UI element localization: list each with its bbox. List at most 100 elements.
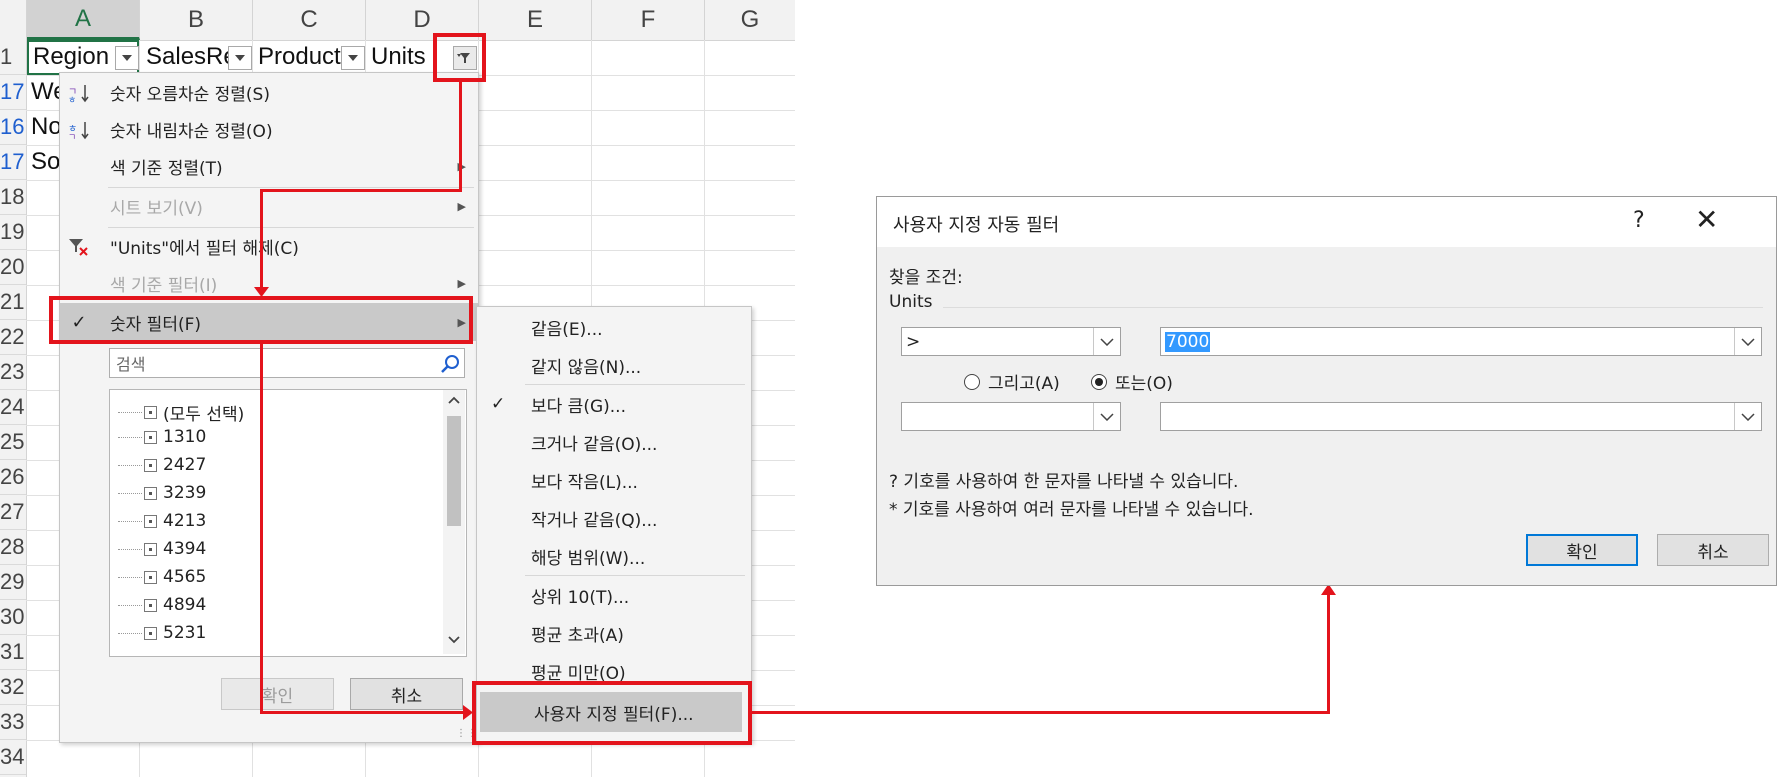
list-item[interactable]: 2427	[110, 451, 206, 479]
row-header[interactable]: 22	[0, 320, 26, 355]
checkbox[interactable]	[144, 514, 157, 528]
annotation-arrow-line	[260, 711, 465, 714]
checkbox[interactable]	[144, 570, 157, 584]
chevron-down-icon[interactable]	[1093, 403, 1120, 430]
list-item[interactable]: 4894	[110, 591, 206, 619]
column-header-f[interactable]: F	[592, 0, 705, 40]
menu-sort-by-color[interactable]: 색 기준 정렬(T) ▶	[60, 148, 478, 185]
scrollbar-thumb[interactable]	[447, 416, 461, 526]
column-header-c[interactable]: C	[253, 0, 366, 40]
close-icon[interactable]: ✕	[1695, 203, 1718, 236]
row-header[interactable]: 1	[0, 40, 26, 75]
scroll-up-icon[interactable]	[448, 396, 460, 404]
dialog-ok-button[interactable]: 확인	[1526, 534, 1638, 566]
header-cell-region[interactable]: Region	[29, 40, 123, 74]
highlight-number-filter	[49, 296, 473, 344]
row-header[interactable]: 26	[0, 460, 26, 495]
operator-1-value: >	[906, 331, 921, 352]
submenu-less-than[interactable]: 보다 작음(L)...	[477, 461, 751, 499]
row-header[interactable]: 19	[0, 215, 26, 250]
checkbox[interactable]	[144, 542, 157, 556]
column-header-e[interactable]: E	[479, 0, 592, 40]
checkbox[interactable]	[144, 458, 157, 472]
list-item[interactable]: 1310	[110, 423, 206, 451]
column-header-a[interactable]: A	[27, 0, 140, 40]
operator-2-select[interactable]	[901, 402, 1121, 431]
submenu-above-average[interactable]: 평균 초과(A)	[477, 614, 751, 652]
header-cell-product[interactable]: Product	[254, 40, 346, 74]
row-header[interactable]: 17	[0, 75, 26, 110]
checkbox[interactable]	[144, 486, 157, 500]
column-header-g[interactable]: G	[705, 0, 795, 40]
row-header[interactable]: 32	[0, 670, 26, 705]
filter-values-list[interactable]: (모두 선택) 1310 2427 3239 4213 4394 4565 48…	[109, 389, 467, 657]
filter-dropdown-button[interactable]	[228, 46, 252, 70]
submenu-between[interactable]: 해당 범위(W)...	[477, 537, 751, 575]
value-2-combobox[interactable]	[1160, 402, 1762, 431]
submenu-top-10[interactable]: 상위 10(T)...	[477, 576, 751, 614]
number-filters-submenu: 같음(E)... 같지 않음(N)... ✓ 보다 큼(G)... 크거나 같음…	[476, 306, 752, 743]
header-cell-salesrep[interactable]: SalesRe	[142, 40, 234, 74]
checkbox[interactable]	[144, 430, 157, 444]
row-header[interactable]: 18	[0, 180, 26, 215]
radio-button[interactable]	[1091, 373, 1107, 390]
checkbox[interactable]	[144, 405, 157, 419]
menu-sort-descending[interactable]: ㅎㄱ 숫자 내림차순 정렬(O)	[60, 111, 478, 148]
chevron-down-icon[interactable]	[1093, 328, 1120, 355]
chevron-down-icon	[348, 55, 358, 61]
row-header[interactable]: 16	[0, 110, 26, 145]
cell-a2[interactable]: We	[27, 75, 61, 109]
annotation-arrow-line	[260, 189, 263, 292]
sort-descending-icon: ㅎㄱ	[66, 117, 92, 143]
list-item[interactable]: 4394	[110, 535, 206, 563]
list-item-select-all[interactable]: (모두 선택)	[110, 398, 244, 426]
filter-dropdown-button[interactable]	[115, 46, 139, 70]
menu-sort-ascending[interactable]: ㄱㅎ 숫자 오름차순 정렬(S)	[60, 74, 478, 111]
or-radio-option[interactable]: 또는(O)	[1091, 369, 1173, 394]
select-all-corner[interactable]	[0, 0, 27, 40]
row-header[interactable]: 27	[0, 495, 26, 530]
submenu-equals[interactable]: 같음(E)...	[477, 308, 751, 346]
row-header[interactable]: 23	[0, 355, 26, 390]
row-header[interactable]: 31	[0, 635, 26, 670]
scroll-down-icon[interactable]	[448, 636, 460, 644]
row-header[interactable]: 17	[0, 145, 26, 180]
menu-cancel-button[interactable]: 취소	[350, 678, 463, 710]
help-icon[interactable]: ?	[1633, 208, 1645, 233]
operator-1-select[interactable]: >	[901, 327, 1121, 356]
list-item[interactable]: 4565	[110, 563, 206, 591]
cell-a4[interactable]: So	[27, 145, 61, 179]
chevron-down-icon[interactable]	[1734, 403, 1761, 430]
cell-a3[interactable]: No	[27, 110, 61, 144]
list-item[interactable]: 3239	[110, 479, 206, 507]
submenu-greater-than[interactable]: ✓ 보다 큼(G)...	[477, 385, 751, 423]
chevron-down-icon[interactable]	[1734, 328, 1761, 355]
submenu-greater-or-equal[interactable]: 크거나 같음(O)...	[477, 423, 751, 461]
filter-search-input[interactable]: 검색	[109, 348, 465, 378]
filter-dropdown-button[interactable]	[341, 46, 365, 70]
row-header[interactable]: 21	[0, 285, 26, 320]
row-header[interactable]: 25	[0, 425, 26, 460]
row-header[interactable]: 29	[0, 565, 26, 600]
row-header[interactable]: 34	[0, 740, 26, 775]
row-header[interactable]: 20	[0, 250, 26, 285]
row-header[interactable]: 24	[0, 390, 26, 425]
list-item[interactable]: 4213	[110, 507, 206, 535]
radio-button[interactable]	[964, 373, 980, 390]
list-scrollbar[interactable]	[443, 390, 465, 654]
checkbox[interactable]	[144, 598, 157, 612]
column-header-b[interactable]: B	[140, 0, 253, 40]
checkbox[interactable]	[144, 626, 157, 640]
submenu-not-equal[interactable]: 같지 않음(N)...	[477, 346, 751, 384]
list-item[interactable]: 5231	[110, 619, 206, 647]
search-placeholder: 검색	[116, 355, 146, 374]
dialog-cancel-button[interactable]: 취소	[1657, 534, 1769, 566]
chevron-down-icon	[122, 55, 132, 61]
row-header[interactable]: 28	[0, 530, 26, 565]
and-radio-option[interactable]: 그리고(A)	[964, 369, 1060, 394]
menu-clear-filter[interactable]: "Units"에서 필터 해제(C)	[60, 228, 478, 265]
row-header[interactable]: 33	[0, 705, 26, 740]
value-1-combobox[interactable]: 7000	[1160, 327, 1762, 356]
submenu-less-or-equal[interactable]: 작거나 같음(Q)...	[477, 499, 751, 537]
row-header[interactable]: 30	[0, 600, 26, 635]
